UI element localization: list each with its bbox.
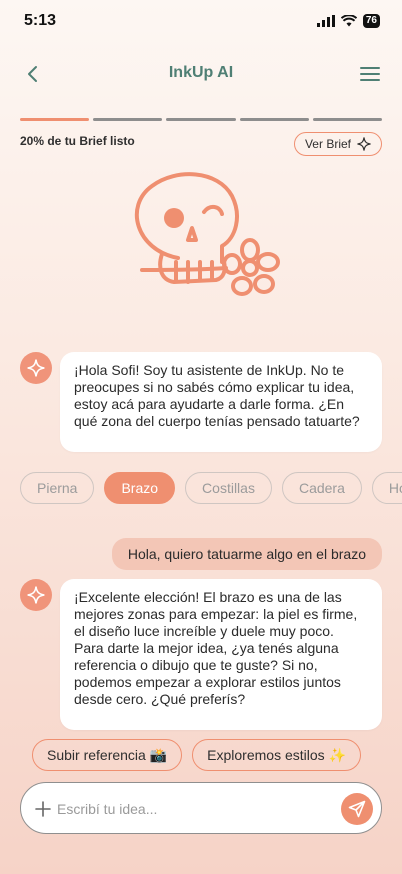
quick-actions: Subir referencia 📸 Exploremos estilos ✨ xyxy=(32,739,361,771)
sparkle-icon xyxy=(357,137,371,151)
progress-segment xyxy=(312,118,383,121)
add-attachment-button[interactable] xyxy=(33,799,53,819)
upload-reference-button[interactable]: Subir referencia 📸 xyxy=(32,739,183,771)
sparkle-icon xyxy=(27,586,45,604)
status-bar: 5:13 76 xyxy=(0,0,402,44)
message-composer xyxy=(20,782,382,834)
assistant-message: ¡Excelente elección! El brazo es una de … xyxy=(60,579,382,730)
send-button[interactable] xyxy=(341,793,373,825)
message-input[interactable] xyxy=(57,797,327,821)
status-icons: 76 xyxy=(316,14,380,28)
progress-segment xyxy=(239,118,309,121)
chip-brazo[interactable]: Brazo xyxy=(104,472,176,504)
progress-segment xyxy=(93,118,163,121)
assistant-avatar xyxy=(20,352,52,384)
wifi-icon xyxy=(340,15,357,27)
page-title: InkUp AI xyxy=(168,64,234,81)
assistant-message: ¡Hola Sofi! Soy tu asistente de InkUp. N… xyxy=(60,352,382,452)
skull-flower-illustration xyxy=(118,166,288,316)
progress-segment xyxy=(166,118,236,121)
brief-progress-bar xyxy=(20,118,383,121)
chip-costillas[interactable]: Costillas xyxy=(185,472,272,504)
view-brief-label: Ver Brief xyxy=(304,137,351,151)
view-brief-button[interactable]: Ver Brief xyxy=(293,132,382,156)
menu-icon xyxy=(360,67,380,81)
chip-hombro[interactable]: Hombro xyxy=(371,472,402,504)
chip-cadera[interactable]: Cadera xyxy=(281,472,362,504)
explore-styles-button[interactable]: Exploremos estilos ✨ xyxy=(192,739,361,771)
signal-icon xyxy=(316,15,335,27)
menu-button[interactable] xyxy=(358,62,382,86)
progress-label: 20% de tu Brief listo xyxy=(20,134,135,148)
body-zone-chips: Pierna Brazo Costillas Cadera Hombro xyxy=(20,472,402,504)
user-message: Hola, quiero tatuarme algo en el brazo xyxy=(111,538,382,570)
status-time: 5:13 xyxy=(24,12,57,29)
progress-segment-complete xyxy=(20,118,90,121)
battery-icon: 76 xyxy=(362,14,380,28)
sparkle-icon xyxy=(27,359,45,377)
top-nav: InkUp AI xyxy=(0,56,402,92)
send-icon xyxy=(348,800,366,818)
chip-pierna[interactable]: Pierna xyxy=(20,472,95,504)
plus-icon xyxy=(35,801,51,817)
assistant-avatar xyxy=(20,579,52,611)
